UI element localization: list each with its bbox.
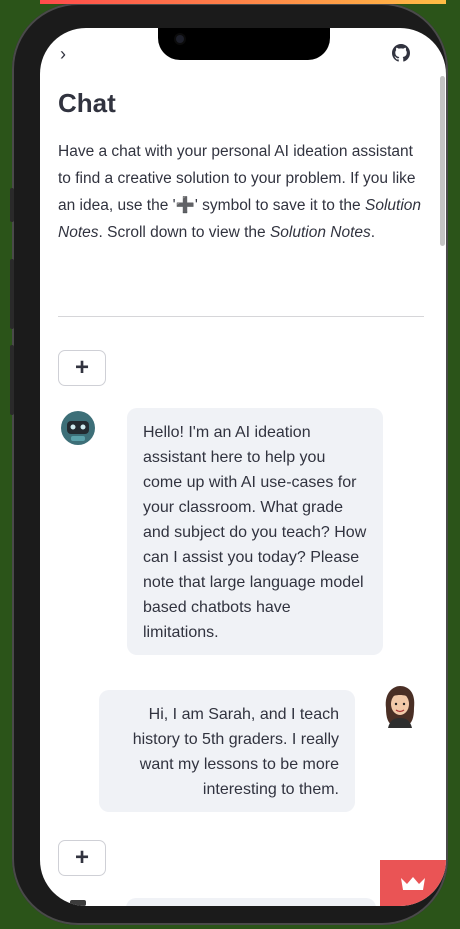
github-icon[interactable] [392,44,410,62]
volume-up-button [10,259,14,329]
page-title: Chat [58,88,116,118]
message-avatar-partial [70,900,86,906]
divider [58,316,424,317]
streamlit-menu-button[interactable] [380,860,446,906]
description-text: . [370,224,376,241]
user-message: Hi, I am Sarah, and I teach history to 5… [99,690,355,812]
user-avatar-icon [385,686,415,728]
assistant-message-text: Hello! I'm an AI ideation assistant here… [143,424,367,641]
mute-switch [10,188,14,222]
camera-icon [176,35,184,43]
robot-avatar-icon [61,411,95,445]
description-text: ' symbol to save it to the [194,197,365,214]
crown-icon [401,877,425,890]
add-note-button[interactable]: + [58,350,106,386]
header-accent-bar [40,0,446,4]
app-screen: › Chat Have a chat with your personal AI… [40,28,446,906]
assistant-message: Hello! I'm an AI ideation assistant here… [127,408,383,655]
description-text: . Scroll down to view the [98,224,270,241]
add-note-button[interactable]: + [58,840,106,876]
scrollbar[interactable] [440,76,445,246]
solution-notes-emphasis: Solution Notes [269,224,371,241]
plus-symbol-icon: ➕ [175,197,195,214]
notch [158,28,330,60]
user-message-text: Hi, I am Sarah, and I teach history to 5… [132,706,339,798]
message-partial [126,898,376,906]
page-description: Have a chat with your personal AI ideati… [58,138,428,246]
chevron-right-icon[interactable]: › [60,44,66,65]
volume-down-button [10,345,14,415]
